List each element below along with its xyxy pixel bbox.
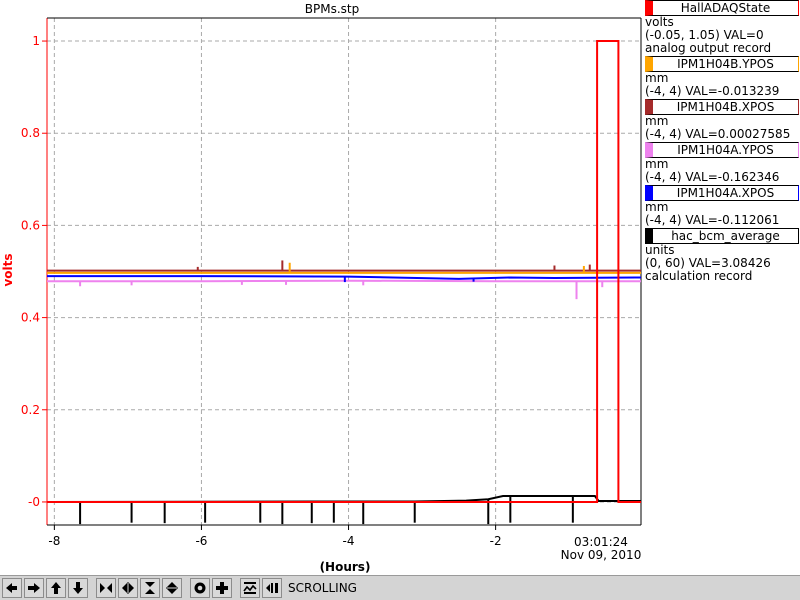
zoom-out-x-icon — [122, 582, 134, 594]
y-tick-label: 0.8 — [21, 126, 40, 140]
y-tick-label: 1 — [32, 34, 40, 48]
legend-range-val: (-4, 4) VAL=0.00027585 — [645, 127, 791, 141]
scroll-mode-icon — [266, 583, 278, 593]
pan-up-icon — [51, 582, 61, 594]
legend-entry[interactable]: IPM1H04B.XPOS mm (-4, 4) VAL=0.00027585 — [645, 99, 800, 141]
y-tick-label: -0 — [28, 495, 40, 509]
zoom-in-y-button[interactable] — [140, 578, 160, 598]
pan-left-button[interactable] — [2, 578, 22, 598]
legend-entry[interactable]: IPM1H04A.XPOS mm (-4, 4) VAL=-0.112061 — [645, 185, 800, 227]
legend-channel-name[interactable]: hac_bcm_average — [645, 228, 799, 244]
legend-channel-name[interactable]: HallADAQState — [645, 0, 799, 16]
zoom-out-y-button[interactable] — [162, 578, 182, 598]
legend-extra: calculation record — [645, 269, 753, 283]
reset-button[interactable] — [190, 578, 210, 598]
legend-channel-name[interactable]: IPM1H04A.XPOS — [645, 185, 799, 201]
x-tick-label: -2 — [490, 534, 502, 548]
legend-channel-name[interactable]: IPM1H04A.YPOS — [645, 142, 799, 158]
zoom-in-x-icon — [100, 583, 112, 593]
x-tick-label: -8 — [48, 534, 60, 548]
pan-right-button[interactable] — [24, 578, 44, 598]
x-axis-label: (Hours) — [320, 560, 371, 574]
legend-range-val: (-4, 4) VAL=-0.013239 — [645, 84, 780, 98]
legend-range-val: (-4, 4) VAL=-0.112061 — [645, 213, 780, 227]
x-tick-label: -6 — [195, 534, 207, 548]
zoom-in-x-button[interactable] — [96, 578, 116, 598]
chart-title: BPMs.stp — [305, 2, 359, 16]
legend-entry[interactable]: IPM1H04B.YPOS mm (-4, 4) VAL=-0.013239 — [645, 56, 800, 98]
legend: HallADAQState volts (-0.05, 1.05) VAL=0 ana… — [645, 0, 800, 284]
y-axis-label: volts — [1, 253, 15, 286]
y-tick-label: 0.2 — [21, 403, 40, 417]
legend-extra: analog output record — [645, 41, 772, 55]
legend-channel-name[interactable]: IPM1H04B.XPOS — [645, 99, 799, 115]
scroll-status-label: SCROLLING — [288, 581, 357, 595]
pan-up-button[interactable] — [46, 578, 66, 598]
autoscale-button[interactable] — [240, 578, 260, 598]
legend-entry[interactable]: HallADAQState volts (-0.05, 1.05) VAL=0 ana… — [645, 0, 800, 55]
toolbar: SCROLLING — [0, 575, 800, 600]
pan-right-icon — [28, 583, 40, 593]
y-tick-label: 0.4 — [21, 311, 40, 325]
end-time-label: 03:01:24 — [574, 535, 628, 549]
end-date-label: Nov 09, 2010 — [561, 548, 642, 562]
crosshair-button[interactable] — [212, 578, 232, 598]
autoscale-icon — [243, 582, 257, 594]
legend-entry[interactable]: hac_bcm_average units (0, 60) VAL=3.08426 c… — [645, 228, 800, 283]
zoom-out-x-button[interactable] — [118, 578, 138, 598]
pan-down-button[interactable] — [68, 578, 88, 598]
scroll-mode-button[interactable] — [262, 578, 282, 598]
legend-entry[interactable]: IPM1H04A.YPOS mm (-4, 4) VAL=-0.162346 — [645, 142, 800, 184]
legend-channel-name[interactable]: IPM1H04B.YPOS — [645, 56, 799, 72]
pan-left-icon — [6, 583, 17, 593]
reset-icon — [194, 582, 206, 594]
crosshair-icon — [216, 582, 228, 594]
pan-down-icon — [73, 582, 83, 594]
y-tick-label: 0.6 — [21, 218, 40, 232]
x-tick-label: -4 — [343, 534, 355, 548]
zoom-out-y-icon — [166, 582, 178, 594]
legend-range-val: (-4, 4) VAL=-0.162346 — [645, 170, 780, 184]
zoom-in-y-icon — [145, 582, 155, 594]
